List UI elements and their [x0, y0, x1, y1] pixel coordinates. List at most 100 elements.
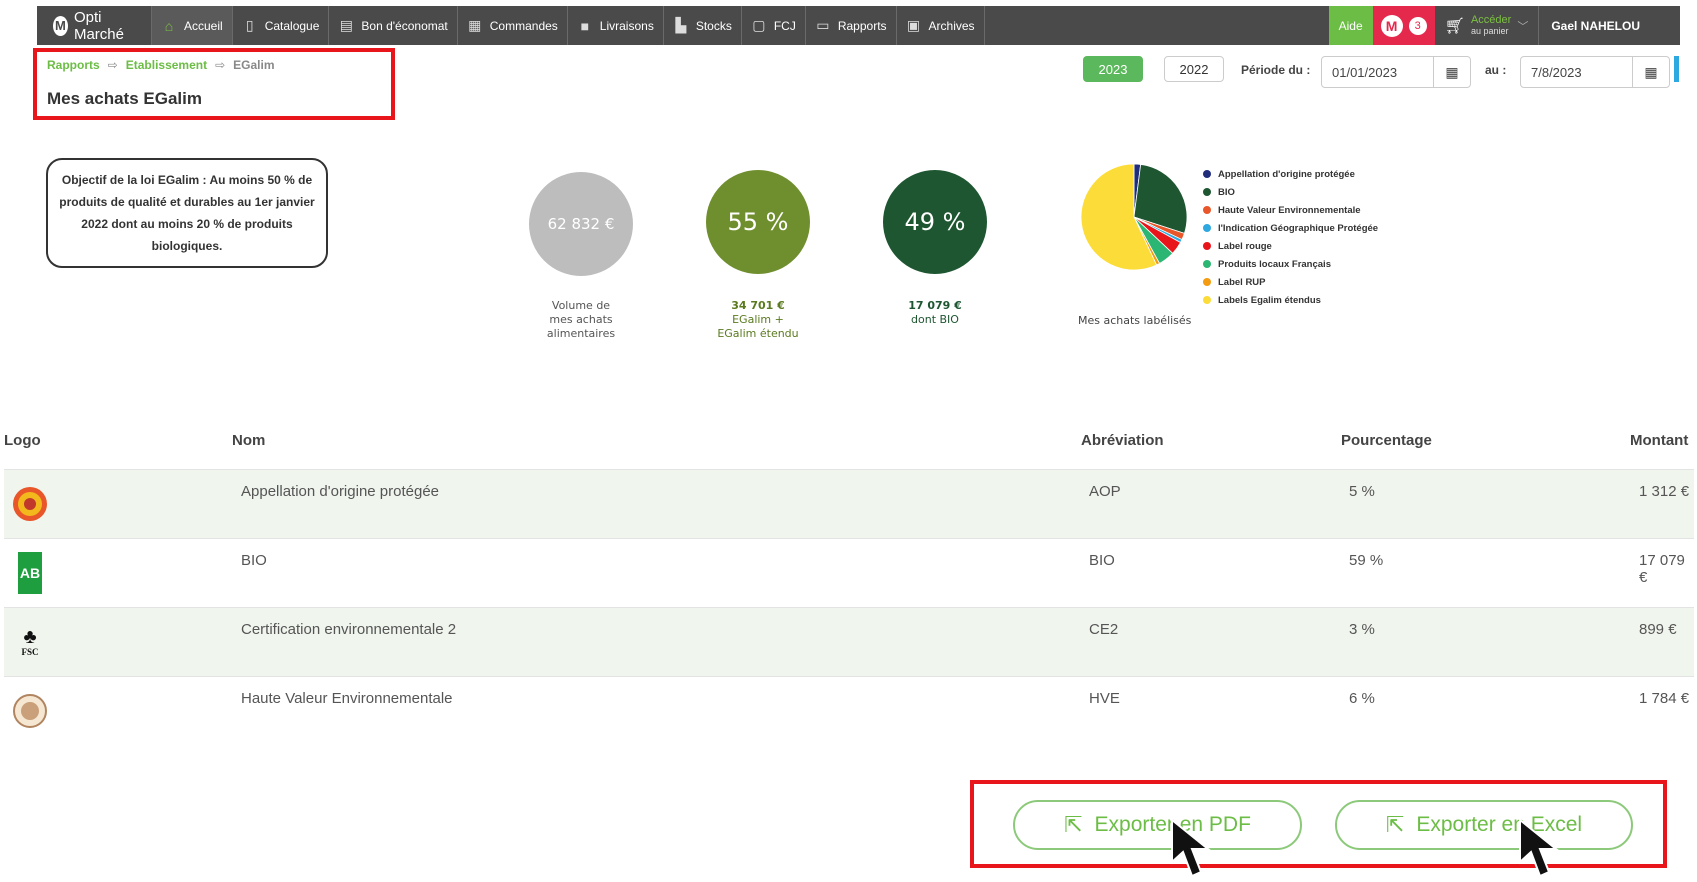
nav-item-archives[interactable]: ▣ Archives: [897, 6, 985, 45]
cart-text: Accéder au panier: [1471, 14, 1511, 37]
year-2022-button[interactable]: 2022: [1164, 56, 1224, 82]
row-pct: 3 %: [1349, 621, 1375, 638]
col-header-pct: Pourcentage: [1341, 432, 1432, 449]
col-header-nom: Nom: [232, 432, 266, 449]
legend-label: Label rouge: [1218, 240, 1272, 252]
row-nom: BIO: [241, 552, 267, 569]
legend-label: Label RUP: [1218, 276, 1266, 288]
calendar-icon[interactable]: ▦: [1632, 57, 1669, 87]
brand-logo-icon: M: [53, 15, 68, 36]
side-tab[interactable]: [1674, 56, 1679, 82]
export-icon: ⇱: [1385, 812, 1405, 837]
row-montant: 899 €: [1639, 621, 1677, 638]
nav-label: Rapports: [837, 18, 887, 33]
file-icon: ▢: [752, 17, 766, 33]
legend-dot: [1203, 260, 1211, 268]
breadcrumb: Rapports ⇨ Etablissement ⇨ EGalim: [47, 58, 275, 72]
legend-label: Produits locaux Français: [1218, 258, 1331, 270]
arrow-right-icon: ⇨: [107, 58, 118, 72]
nav-item-livraisons[interactable]: ■ Livraisons: [568, 6, 664, 45]
nav-item-stocks[interactable]: ▙ Stocks: [664, 6, 742, 45]
export-excel-button[interactable]: ⇱ Exporter en Excel: [1335, 800, 1633, 850]
table-row[interactable]: ♣ FSC Certification environnementale 2 C…: [4, 607, 1694, 676]
cart-button[interactable]: 🛒︎ Accéder au panier ﹀: [1435, 6, 1540, 45]
document-icon: ▤: [339, 17, 354, 33]
brand[interactable]: M Opti Marché: [37, 6, 152, 45]
stat-volume-caption: Volume de mes achats alimentaires: [521, 299, 641, 341]
col-header-abbr: Abréviation: [1081, 432, 1164, 449]
caption-line: alimentaires: [546, 327, 616, 340]
row-montant: 17 079 €: [1639, 552, 1685, 586]
caption-line: EGalim +: [732, 313, 784, 326]
notification-count: 3: [1408, 16, 1427, 35]
legend-dot: [1203, 242, 1211, 250]
ab-logo-icon: AB: [12, 551, 48, 595]
stat-bio-circle: 49 %: [883, 170, 987, 274]
tree-icon: ♣: [23, 626, 37, 648]
breadcrumb-etablissement[interactable]: Etablissement: [126, 58, 207, 72]
export-pdf-button[interactable]: ⇱ Exporter en PDF: [1013, 800, 1302, 850]
breadcrumb-rapports[interactable]: Rapports: [47, 58, 100, 72]
row-abbr: HVE: [1089, 690, 1120, 707]
legend-dot: [1203, 278, 1211, 286]
calendar-icon[interactable]: ▦: [1433, 57, 1470, 87]
archive-icon: ▣: [906, 17, 921, 33]
caption-line: mes achats: [549, 313, 613, 326]
notifications-button[interactable]: M 3: [1372, 6, 1435, 45]
row-pct: 59 %: [1349, 552, 1384, 569]
row-nom: Certification environnementale 2: [241, 621, 457, 638]
aide-button[interactable]: Aide: [1328, 6, 1373, 45]
row-abbr: CE2: [1089, 621, 1119, 638]
legend-dot: [1203, 296, 1211, 304]
user-menu[interactable]: Gael NAHELOU: [1539, 6, 1680, 45]
nav-item-catalogue[interactable]: ▯ Catalogue: [233, 6, 330, 45]
page-title: Mes achats EGalim: [47, 89, 202, 108]
table-row[interactable]: Haute Valeur Environnementale HVE 6 % 1 …: [4, 676, 1694, 745]
stat-egalim-circle: 55 %: [706, 170, 810, 274]
book-icon: ▯: [245, 17, 254, 33]
fsc-logo-icon: ♣ FSC: [12, 620, 48, 664]
nav-item-rapports[interactable]: ▭ Rapports: [806, 6, 897, 45]
row-abbr: BIO: [1089, 552, 1115, 569]
legend-label: Appellation d'origine protégée: [1218, 168, 1355, 180]
nav-item-bon-economat[interactable]: ▤ Bon d'économat: [329, 6, 458, 45]
nav-label: Archives: [928, 18, 975, 33]
nav-item-fcj[interactable]: ▢ FCJ: [742, 6, 806, 45]
nav-item-accueil[interactable]: ⌂ Accueil: [152, 6, 233, 45]
legend-entry: Label rouge: [1203, 237, 1378, 255]
breadcrumb-current: EGalim: [233, 58, 275, 72]
period-to-value[interactable]: 7/8/2023: [1521, 57, 1632, 87]
caption-line: Volume de: [551, 299, 611, 312]
legend-label: Labels Egalim étendus: [1218, 294, 1321, 306]
legend-entry: Appellation d'origine protégée: [1203, 165, 1378, 183]
legend-entry: l'Indication Géographique Protégée: [1203, 219, 1378, 237]
nav-label: Accueil: [184, 18, 223, 33]
period-from-label: Période du :: [1241, 63, 1311, 77]
row-nom: Appellation d'origine protégée: [241, 483, 440, 500]
period-to-label: au :: [1485, 63, 1507, 77]
mouse-cursor-icon: [1171, 818, 1211, 878]
year-2023-button[interactable]: 2023: [1083, 56, 1143, 82]
nav-label: Stocks: [695, 18, 732, 33]
arrow-right-icon: ⇨: [215, 58, 226, 72]
legend-label: l'Indication Géographique Protégée: [1218, 222, 1379, 234]
notification-logo-icon: M: [1380, 14, 1403, 37]
brand-name: Opti Marché: [73, 8, 124, 43]
period-to-field[interactable]: 7/8/2023 ▦: [1520, 56, 1670, 88]
export-icon: ⇱: [1064, 812, 1083, 837]
table-row[interactable]: Appellation d'origine protégée AOP 5 % 1…: [4, 469, 1694, 538]
legend-dot: [1203, 206, 1211, 214]
nav-item-commandes[interactable]: ▦ Commandes: [458, 6, 568, 45]
clipboard-icon: ▦: [468, 17, 482, 33]
home-icon: ⌂: [164, 17, 174, 34]
table-row[interactable]: AB BIO BIO 59 % 17 079 €: [4, 538, 1694, 607]
row-montant: 1 784 €: [1639, 690, 1690, 707]
period-from-field[interactable]: 01/01/2023 ▦: [1321, 56, 1471, 88]
caption-line: 34 701 €: [731, 299, 785, 312]
mouse-cursor-icon: [1519, 818, 1559, 878]
period-from-value[interactable]: 01/01/2023: [1322, 57, 1433, 87]
nav-label: Bon d'économat: [361, 18, 448, 33]
legend-dot: [1203, 170, 1211, 178]
top-navbar: M Opti Marché ⌂ Accueil ▯ Catalogue ▤ Bo…: [37, 6, 1680, 45]
